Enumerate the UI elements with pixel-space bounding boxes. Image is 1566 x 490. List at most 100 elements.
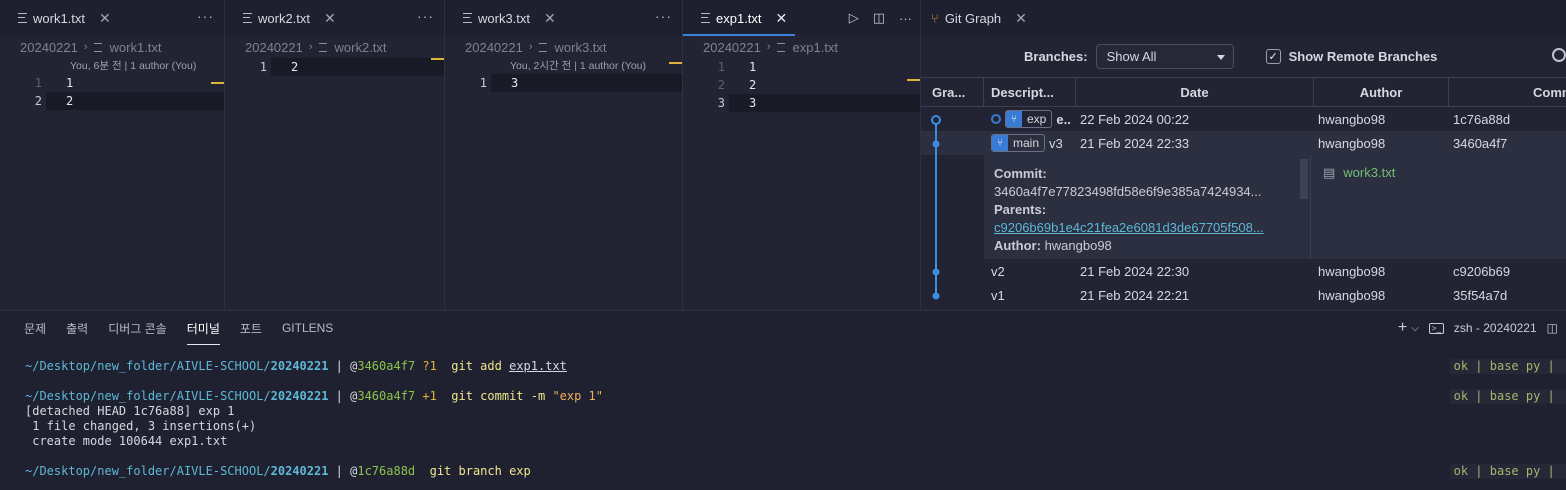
commit-node-v1 bbox=[932, 292, 940, 300]
uncommitted-icon bbox=[991, 114, 1001, 124]
breadcrumb-file[interactable]: work2.txt bbox=[335, 40, 387, 55]
breadcrumb-folder[interactable]: 20240221 bbox=[245, 40, 303, 55]
tab-output[interactable]: 출력 bbox=[66, 320, 88, 337]
more-actions-icon[interactable]: ··· bbox=[197, 8, 214, 24]
tab-label: Git Graph bbox=[944, 10, 1002, 26]
tab-bar: work1.txt ✕ ··· bbox=[0, 0, 224, 36]
tab-exp1[interactable]: exp1.txt ✕ bbox=[683, 0, 796, 36]
code-line[interactable]: 1 2 bbox=[225, 58, 444, 76]
add-terminal-icon[interactable]: + bbox=[1398, 319, 1407, 337]
commit-details: Commit: 3460a4f7e77823498fd58e6f9e385a74… bbox=[984, 155, 1311, 259]
commit-message: v3 bbox=[1049, 135, 1063, 151]
commit-details-panel: Commit: 3460a4f7e77823498fd58e6f9e385a74… bbox=[984, 155, 1566, 259]
branches-select[interactable]: Show All bbox=[1095, 43, 1234, 69]
table-row[interactable]: ⑂ exp e.. 22 Feb 2024 00:22 hwangbo98 1c7… bbox=[921, 107, 1566, 131]
branch-ref-exp[interactable]: ⑂ exp bbox=[1005, 110, 1053, 128]
code-text: 3 bbox=[491, 74, 682, 92]
parent-hash-link[interactable]: c9206b69b1e4c21fea2e6081d3de67705f508... bbox=[994, 219, 1300, 237]
terminal-output-line: create mode 100644 exp1.txt bbox=[25, 434, 228, 448]
tab-label: work2.txt bbox=[258, 10, 311, 26]
tab-label: work1.txt bbox=[33, 10, 86, 26]
breadcrumb-folder[interactable]: 20240221 bbox=[465, 40, 523, 55]
breadcrumb-file[interactable]: work3.txt bbox=[555, 40, 607, 55]
terminal-output[interactable]: ~/Desktop/new_folder/AIVLE-SCHOOL/202402… bbox=[0, 359, 1566, 479]
tab-work1[interactable]: work1.txt ✕ bbox=[0, 0, 119, 36]
table-row-selected[interactable]: ⑂ main v3 21 Feb 2024 22:33 hwangbo98 346… bbox=[921, 131, 1566, 155]
terminal-output-line: [detached HEAD 1c76a88] exp 1 bbox=[25, 404, 235, 418]
code-line[interactable]: 1 1 bbox=[683, 58, 920, 76]
code-line[interactable]: 2 2 bbox=[0, 92, 224, 110]
column-header-graph[interactable]: Gra... bbox=[921, 78, 984, 106]
commit-cell: 3460a4f7 bbox=[1453, 135, 1508, 151]
breadcrumb-folder[interactable]: 20240221 bbox=[703, 40, 761, 55]
chevron-down-icon[interactable]: ⌵ bbox=[1411, 323, 1419, 334]
command: git commit -m bbox=[451, 389, 546, 403]
bottom-panel: 문제 출력 디버그 콘솔 터미널 포트 GITLENS + ⌵ >_ zsh -… bbox=[0, 310, 1566, 490]
line-number: 1 bbox=[34, 76, 42, 90]
line-number: 1 bbox=[259, 60, 267, 74]
code-line[interactable]: 1 1 bbox=[0, 74, 224, 92]
run-icon[interactable]: ▷ bbox=[849, 10, 859, 26]
branch-ref-label: exp bbox=[1027, 112, 1047, 126]
tab-problems[interactable]: 문제 bbox=[24, 320, 46, 337]
column-header-commit[interactable]: Comm bbox=[1449, 78, 1566, 106]
command-arg: exp1.txt bbox=[509, 359, 567, 373]
close-icon[interactable]: ✕ bbox=[776, 10, 788, 27]
close-icon[interactable]: ✕ bbox=[1015, 10, 1027, 27]
table-row[interactable]: v1 21 Feb 2024 22:21 hwangbo98 35f54a7d bbox=[921, 283, 1566, 307]
date-cell: 21 Feb 2024 22:33 bbox=[1080, 135, 1190, 151]
breadcrumb-folder[interactable]: 20240221 bbox=[20, 40, 78, 55]
commit-node-exp bbox=[931, 115, 941, 125]
changed-files: ▤ work3.txt bbox=[1311, 155, 1566, 259]
branch-ref-main[interactable]: ⑂ main bbox=[991, 134, 1046, 152]
code-line[interactable]: 1 3 bbox=[445, 62, 682, 92]
more-actions-icon[interactable]: ··· bbox=[417, 8, 434, 24]
close-icon[interactable]: ✕ bbox=[544, 10, 556, 27]
breadcrumb-file[interactable]: work1.txt bbox=[110, 40, 162, 55]
tab-ports[interactable]: 포트 bbox=[240, 320, 262, 337]
more-actions-icon[interactable]: ··· bbox=[899, 11, 912, 26]
editor-group-4: exp1.txt ✕ ▷ ◫ ··· 20240221 › exp1.txt 1… bbox=[683, 0, 921, 310]
column-header-date[interactable]: Date bbox=[1076, 78, 1314, 106]
file-icon bbox=[776, 42, 785, 52]
column-header-author[interactable]: Author bbox=[1314, 78, 1449, 106]
prompt-flag: +1 bbox=[422, 389, 437, 403]
terminal-prompt-line: ~/Desktop/new_folder/AIVLE-SCHOOL/202402… bbox=[25, 359, 1566, 374]
prompt-status: ok | base py | bbox=[1449, 359, 1566, 374]
tab-git-graph[interactable]: ⑂ Git Graph ✕ bbox=[921, 0, 1035, 36]
show-remote-checkbox[interactable]: ✓ bbox=[1265, 48, 1281, 64]
code-text: 3 bbox=[729, 94, 920, 112]
terminal-selector[interactable]: zsh - 20240221 bbox=[1454, 321, 1537, 335]
author-cell: hwangbo98 bbox=[1318, 135, 1386, 151]
prompt-hash: 1c76a88d bbox=[357, 464, 416, 478]
prompt-status: ok | base py | bbox=[1449, 464, 1566, 479]
details-scrollbar[interactable] bbox=[1300, 159, 1308, 199]
code-text: 1 bbox=[66, 76, 74, 90]
more-actions-icon[interactable]: ··· bbox=[655, 8, 672, 24]
author-value: hwangbo98 bbox=[1044, 238, 1112, 253]
table-row[interactable]: v2 21 Feb 2024 22:30 hwangbo98 c9206b69 bbox=[921, 259, 1566, 283]
column-header-description[interactable]: Descript... bbox=[984, 78, 1076, 106]
file-icon bbox=[538, 42, 547, 52]
codelens-blame[interactable]: You, 2시간 전 | 1 author (You) bbox=[445, 58, 682, 74]
codelens-blame[interactable]: You, 6분 전 | 1 author (You) bbox=[0, 58, 224, 74]
tab-work2[interactable]: work2.txt ✕ bbox=[225, 0, 344, 36]
close-icon[interactable]: ✕ bbox=[324, 10, 336, 27]
tab-terminal[interactable]: 터미널 bbox=[186, 320, 220, 345]
search-icon[interactable] bbox=[1552, 48, 1566, 62]
commit-hash: 3460a4f7e77823498fd58e6f9e385a7424934... bbox=[994, 184, 1262, 199]
split-editor-icon[interactable]: ◫ bbox=[873, 10, 885, 26]
date-cell: 22 Feb 2024 00:22 bbox=[1080, 111, 1190, 127]
tab-debug-console[interactable]: 디버그 콘솔 bbox=[108, 320, 167, 337]
changed-file-link[interactable]: work3.txt bbox=[1343, 165, 1395, 249]
code-line[interactable]: 3 3 bbox=[683, 94, 920, 112]
code-line[interactable]: 2 2 bbox=[683, 76, 920, 94]
close-icon[interactable]: ✕ bbox=[99, 10, 111, 27]
tab-gitlens[interactable]: GITLENS bbox=[282, 321, 333, 335]
breadcrumb-file[interactable]: exp1.txt bbox=[793, 40, 839, 55]
prompt-status: ok | base py | bbox=[1449, 389, 1566, 404]
tab-work3[interactable]: work3.txt ✕ bbox=[445, 0, 564, 36]
split-terminal-icon[interactable]: ◫ bbox=[1547, 321, 1558, 335]
author-label: Author: bbox=[994, 238, 1041, 253]
